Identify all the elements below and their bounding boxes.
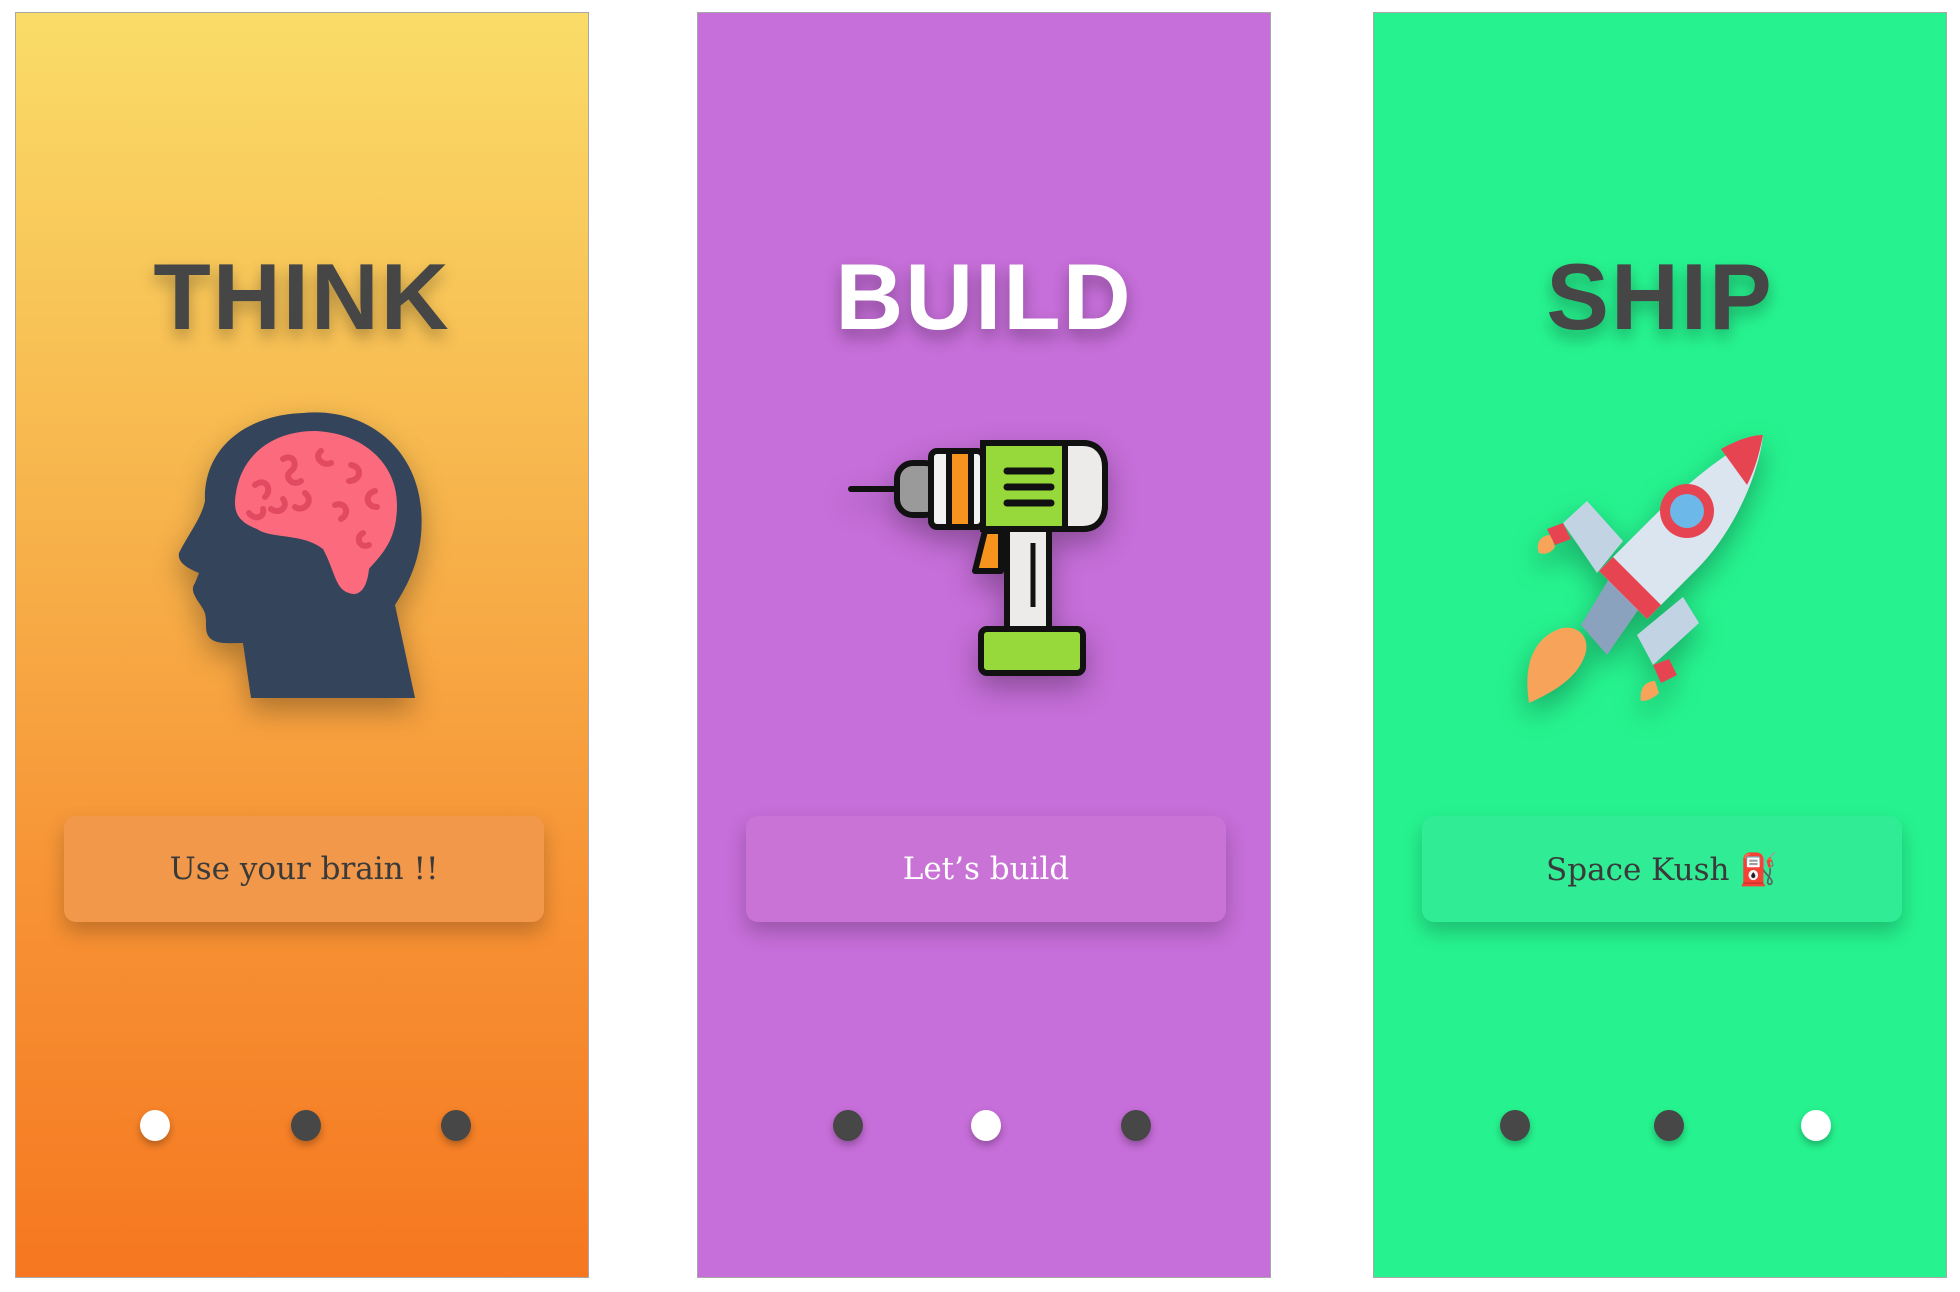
pagination-dot-1[interactable] [1500,1110,1530,1141]
onboarding-screen-think: THINK Use your brain !! [15,12,589,1278]
space-kush-button[interactable]: Space Kush ⛽ [1422,816,1902,922]
pagination-dot-3[interactable] [1121,1110,1151,1141]
use-your-brain-button[interactable]: Use your brain !! [64,816,544,922]
onboarding-screen-ship: SHIP Space Kush ⛽ [1373,12,1947,1278]
rocket-icon [1511,393,1811,713]
pagination-dot-1[interactable] [833,1110,863,1141]
screen-title: SHIP [1546,244,1774,349]
lets-build-button[interactable]: Let’s build [746,816,1226,922]
screen-title: BUILD [835,244,1133,349]
pagination-dot-3[interactable] [441,1110,471,1141]
brain-head-icon [153,393,453,713]
drill-icon [835,393,1135,713]
pagination-dot-2[interactable] [1654,1110,1684,1141]
onboarding-screen-build: BUILD Let’s build [697,12,1271,1278]
pagination-dot-1[interactable] [140,1110,170,1141]
pagination-dot-2[interactable] [971,1110,1001,1141]
pagination-dot-2[interactable] [291,1110,321,1141]
screen-title: THINK [153,244,451,349]
pagination-dot-3[interactable] [1801,1110,1831,1141]
